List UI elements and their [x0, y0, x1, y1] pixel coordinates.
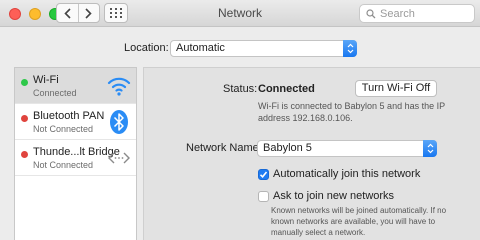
status-description: Wi-Fi is connected to Babylon 5 and has …	[258, 101, 445, 123]
location-select[interactable]: Automatic	[170, 40, 357, 57]
status-dot-icon	[21, 151, 28, 158]
location-value: Automatic	[176, 42, 225, 54]
ask-join-checkbox[interactable]	[258, 190, 269, 202]
status-value: Connected	[258, 83, 315, 95]
turn-wifi-off-button[interactable]: Turn Wi-Fi Off	[355, 80, 437, 97]
service-item-wifi[interactable]: Wi-Fi Connected	[15, 68, 136, 104]
updown-icon	[423, 140, 437, 157]
status-dot-icon	[21, 115, 28, 122]
service-list: Wi-Fi Connected Bluetooth PAN Not Connec…	[14, 67, 137, 240]
thunderbolt-bridge-icon	[108, 152, 130, 164]
service-name: Bluetooth PAN	[33, 110, 105, 122]
checkmark-icon	[259, 170, 268, 178]
wifi-icon	[107, 77, 131, 96]
ask-join-row: Ask to join new networks	[258, 190, 394, 202]
service-item-thunderbolt-bridge[interactable]: Thunde...lt Bridge Not Connected	[15, 140, 136, 176]
auto-join-checkbox[interactable]	[258, 168, 269, 180]
search-placeholder: Search	[380, 7, 415, 20]
bluetooth-icon	[110, 110, 128, 134]
updown-icon	[343, 40, 357, 57]
auto-join-label: Automatically join this network	[273, 168, 421, 180]
service-status: Not Connected	[33, 160, 94, 170]
ask-join-hint: Known networks will be joined automatica…	[271, 206, 447, 237]
search-field[interactable]: Search	[359, 4, 475, 23]
network-name-label: Network Name:	[186, 142, 262, 154]
service-status: Not Connected	[33, 124, 94, 134]
status-label: Status:	[223, 83, 258, 95]
ask-join-label: Ask to join new networks	[273, 190, 395, 202]
service-item-bluetooth-pan[interactable]: Bluetooth PAN Not Connected	[15, 104, 136, 140]
service-name: Wi-Fi	[33, 74, 59, 86]
status-dot-icon	[21, 79, 28, 86]
network-name-select[interactable]: Babylon 5	[257, 140, 437, 157]
location-label: Location:	[124, 42, 169, 54]
service-status: Connected	[33, 88, 77, 98]
search-icon	[366, 8, 376, 18]
title-bar: Network Search	[0, 0, 480, 27]
auto-join-row: Automatically join this network	[258, 168, 420, 180]
network-name-value: Babylon 5	[263, 142, 312, 154]
